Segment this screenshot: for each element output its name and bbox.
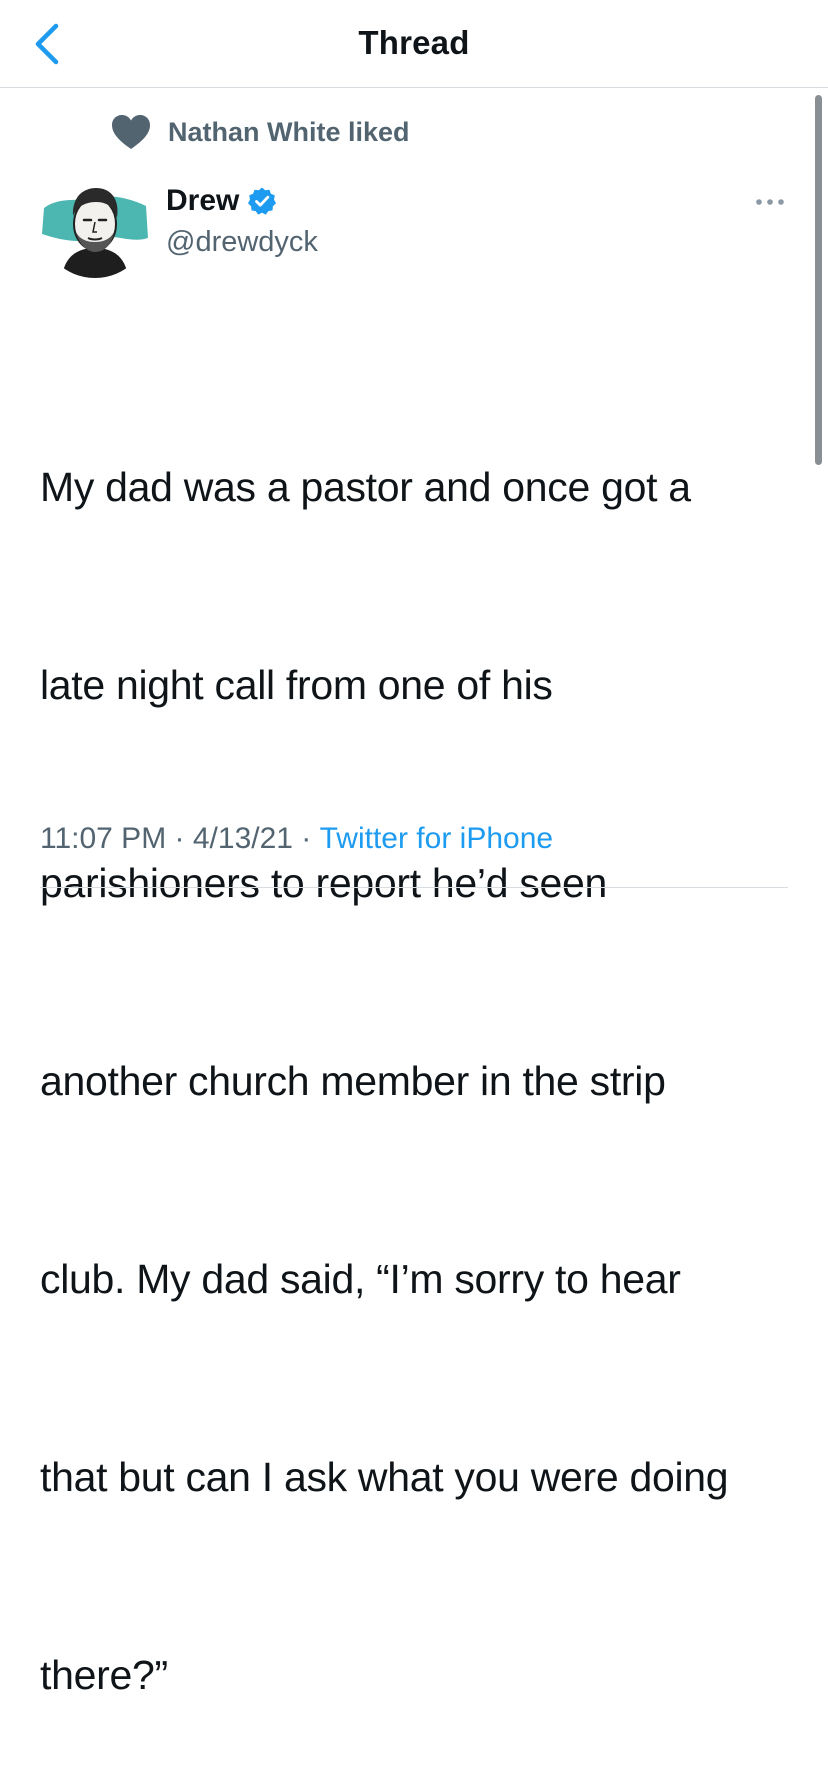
- author-name-row: Drew: [166, 182, 318, 220]
- tweet-time: 11:07 PM: [40, 822, 167, 855]
- divider: [40, 887, 788, 888]
- verified-badge-icon: [248, 187, 277, 215]
- tweet-metadata: 11:07 PM · 4/13/21 · Twitter for iPhone: [40, 822, 553, 856]
- page-title: Thread: [358, 24, 470, 61]
- author-name[interactable]: Drew: [166, 184, 239, 218]
- tweet-text-line: that but can I ask what you were doing: [40, 1454, 729, 1500]
- tweet-text-line: parishioners to report he’d seen: [40, 860, 608, 906]
- tweet-text-line: another church member in the strip: [40, 1058, 666, 1104]
- meta-separator: ·: [166, 822, 193, 855]
- tweet-text: My dad was a pastor and once got a late …: [40, 322, 800, 1774]
- heart-icon: [112, 115, 150, 149]
- top-nav-bar: Thread: [0, 0, 828, 88]
- author-avatar-image: [40, 168, 150, 278]
- avatar[interactable]: [40, 168, 150, 278]
- tweet-author: Drew @drewdyck: [166, 182, 318, 259]
- scrollbar[interactable]: [815, 95, 822, 465]
- more-options-icon: [756, 199, 784, 205]
- tweet-text-line: late night call from one of his: [40, 662, 553, 708]
- tweet-text-line: club. My dad said, “I’m sorry to hear: [40, 1256, 681, 1302]
- social-context-label: Nathan White liked: [168, 116, 410, 147]
- more-options-button[interactable]: [752, 190, 788, 214]
- meta-separator: ·: [292, 822, 320, 855]
- tweet-text-line: My dad was a pastor and once got a: [40, 464, 691, 510]
- tweet-date: 4/13/21: [192, 822, 293, 855]
- tweet-text-line: there?”: [40, 1652, 168, 1698]
- author-handle[interactable]: @drewdyck: [166, 226, 318, 259]
- tweet-source-link[interactable]: Twitter for iPhone: [320, 822, 553, 856]
- social-context: Nathan White liked: [110, 112, 410, 152]
